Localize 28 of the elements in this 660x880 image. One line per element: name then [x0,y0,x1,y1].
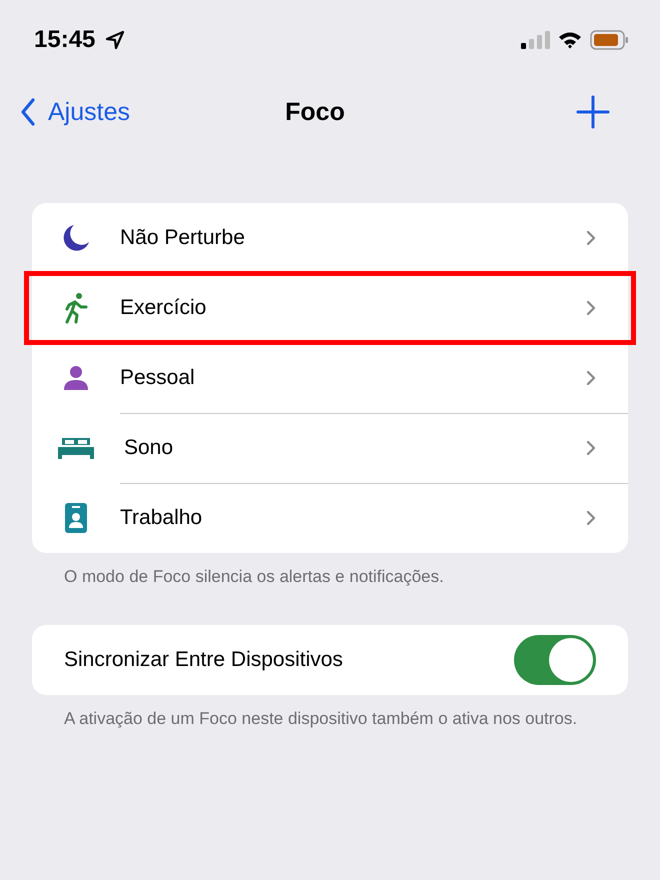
focus-row[interactable]: Não Perturbe [32,203,628,273]
focus-row[interactable]: Pessoal [32,343,628,413]
sync-label: Sincronizar Entre Dispositivos [64,648,344,672]
back-chevron-icon [20,97,36,127]
back-button[interactable]: Ajustes [20,97,130,127]
sync-footer: A ativação de um Foco neste dispositivo também o ativa nos outros. [64,707,584,730]
battery-icon [590,30,630,50]
focus-label: Trabalho [120,506,204,530]
focus-label: Pessoal [120,366,196,390]
location-icon [105,30,126,50]
focus-footer: O modo de Foco silencia os alertas e notificações. [64,565,584,588]
highlighted-focus-row[interactable]: Exercício [26,273,634,343]
signal-icon [520,30,550,50]
chevron-icon [586,510,596,526]
focus-row[interactable]: Trabalho [32,483,628,553]
status-time: 15:45 [34,26,96,54]
chevron-icon [586,300,596,316]
chevron-icon [586,440,596,456]
focus-row[interactable]: Sono [32,413,628,483]
focus-label: Exercício [120,296,208,320]
sync-toggle[interactable] [514,635,596,685]
focus-label: Sono [123,436,174,460]
wifi-icon [558,31,582,49]
chevron-icon [586,370,596,386]
add-icon[interactable] [576,95,610,129]
focus-label: Não Perturbe [120,226,246,250]
chevron-icon [586,230,596,246]
page-title: Foco [285,98,345,126]
